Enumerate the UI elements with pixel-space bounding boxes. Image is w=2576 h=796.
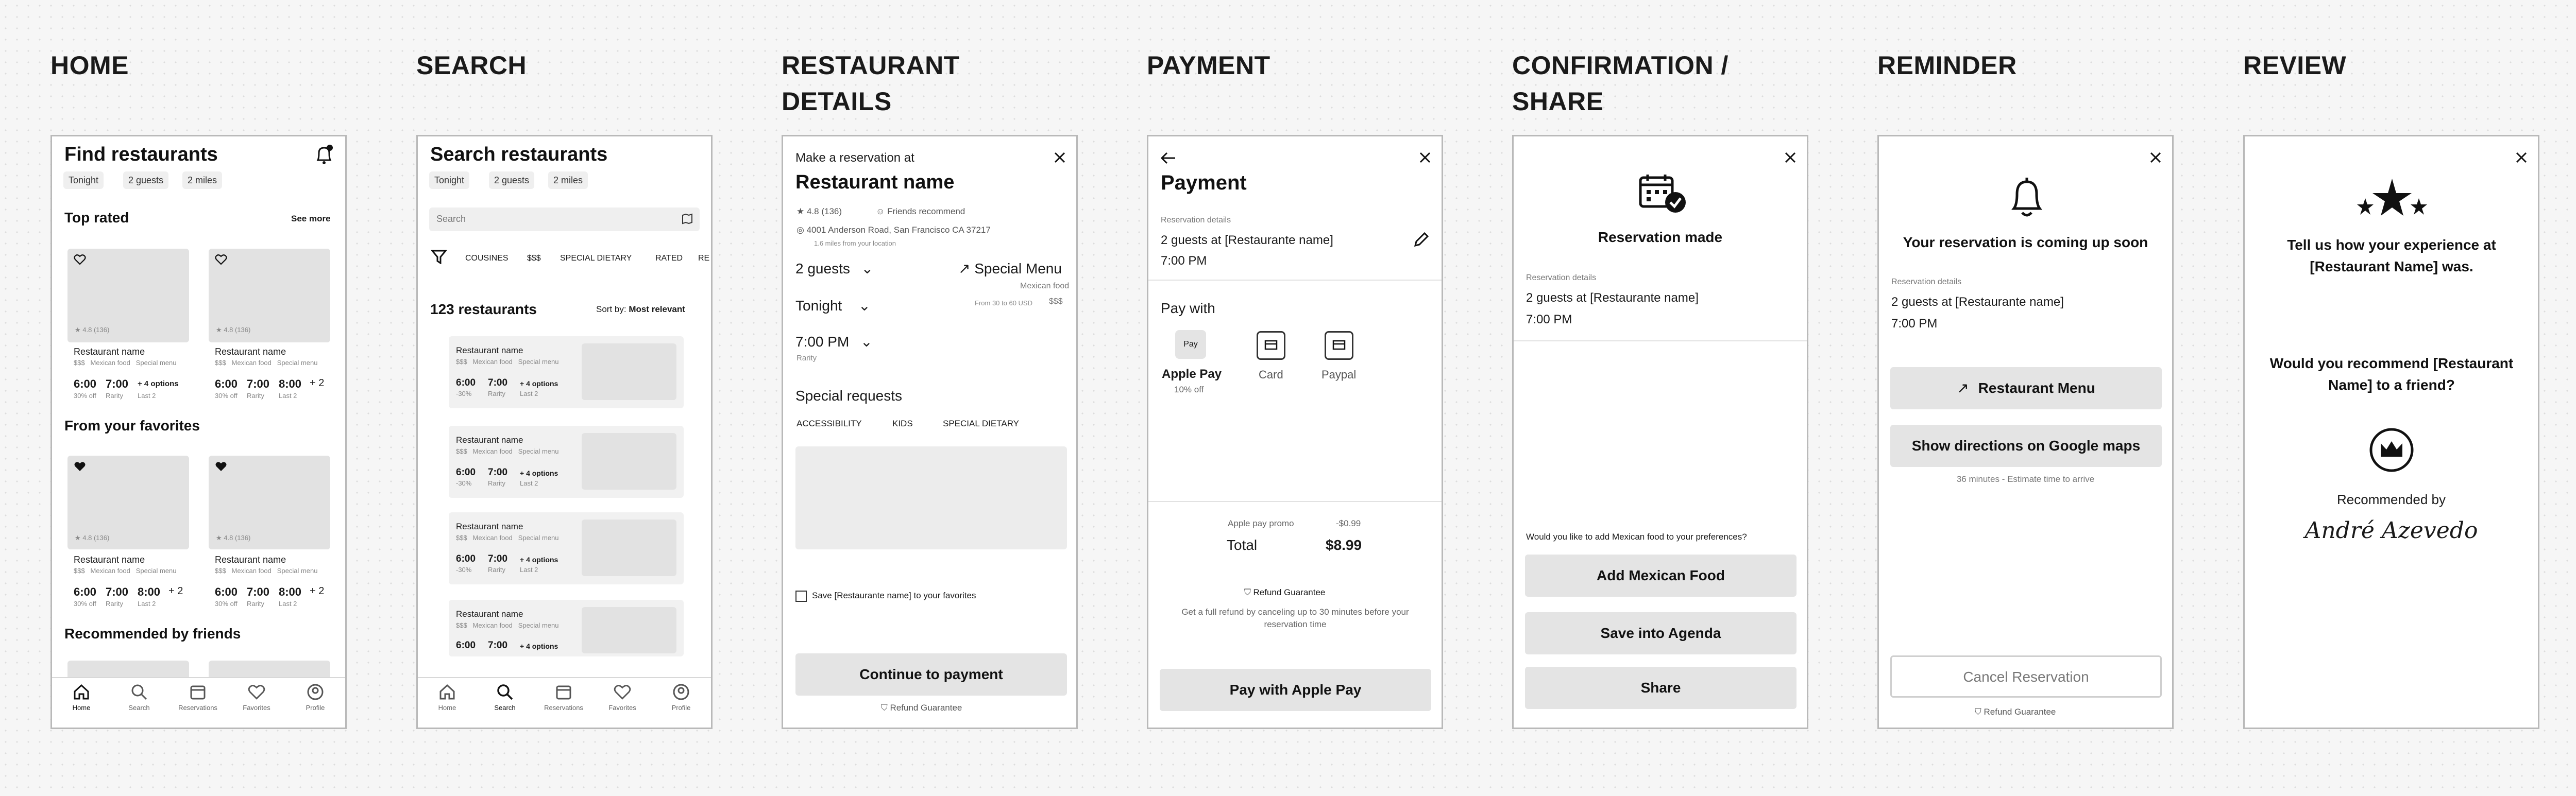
nav-search[interactable]: Search — [482, 683, 528, 712]
nav-reservations[interactable]: Reservations — [540, 683, 587, 712]
result-count: 123 restaurants — [430, 301, 537, 317]
reminder-heading: Your reservation is coming up soon — [1903, 234, 2148, 250]
crown-icon[interactable] — [2368, 427, 2415, 476]
nav-home[interactable]: Home — [58, 683, 105, 712]
review-question: Tell us how your experience at [Restaura… — [2287, 237, 2496, 274]
nav-profile[interactable]: Profile — [658, 683, 704, 712]
section-top-rated: Top rated — [64, 210, 129, 226]
nav-search[interactable]: Search — [116, 683, 162, 712]
confirmation-title: CONFIRMATION / SHARE — [1512, 51, 1728, 116]
heart-icon[interactable] — [74, 254, 86, 268]
share-button[interactable]: Share — [1525, 667, 1797, 709]
close-icon[interactable] — [2149, 151, 2162, 167]
page-title: Find restaurants — [64, 144, 218, 165]
filter-dietary[interactable]: SPECIAL DIETARY — [560, 254, 632, 263]
bottom-nav: Home Search Reservations Favorites Profi… — [418, 677, 711, 728]
section-favorites: From your favorites — [64, 418, 200, 434]
filter-cuisines[interactable]: COUSINES — [465, 254, 509, 263]
card-name: Restaurant name — [74, 347, 145, 357]
time-select[interactable]: 7:00 PM ⌄ — [795, 333, 873, 350]
chip-miles[interactable]: 2 miles — [182, 171, 223, 189]
sort-control[interactable]: Sort by: Most relevant — [596, 304, 685, 315]
nav-profile[interactable]: Profile — [292, 683, 338, 712]
save-favorites-checkbox[interactable] — [795, 591, 807, 602]
restaurant-name: Restaurant name — [795, 171, 955, 193]
chip-tonight[interactable]: Tonight — [63, 171, 104, 189]
apple-pay-option[interactable]: Pay — [1175, 330, 1206, 359]
save-favorites-label: Save [Restaurante name] to your favorite… — [812, 591, 976, 600]
nav-favorites[interactable]: Favorites — [233, 683, 280, 712]
close-icon[interactable] — [1418, 151, 1432, 167]
pay-apple-pay-button[interactable]: Pay with Apple Pay — [1160, 669, 1431, 711]
directions-button[interactable]: Show directions on Google maps — [1890, 425, 2162, 467]
reminder-screen: Your reservation is coming up soon Reser… — [1877, 135, 2174, 729]
filter-rated[interactable]: RATED — [655, 254, 683, 263]
refund-guarantee: ⛉ Refund Guarantee — [881, 703, 962, 713]
refund-guarantee: ⛉ Refund Guarantee — [1975, 707, 2056, 717]
special-menu-link[interactable]: ↗ Special Menu — [958, 260, 1062, 277]
page-title: Payment — [1161, 171, 1247, 194]
add-mexican-food-button[interactable]: Add Mexican Food — [1525, 555, 1797, 597]
page-title: Search restaurants — [430, 144, 608, 165]
nav-home[interactable]: Home — [424, 683, 470, 712]
search-title: SEARCH — [416, 51, 527, 80]
save-agenda-button[interactable]: Save into Agenda — [1525, 612, 1797, 654]
home-screen: Find restaurants Tonight 2 guests 2 mile… — [50, 135, 347, 729]
payment-screen: Payment Reservation details 2 guests at … — [1147, 135, 1443, 729]
back-arrow-icon[interactable] — [1160, 151, 1176, 168]
review-screen: Tell us how your experience at [Restaura… — [2243, 135, 2539, 729]
filter-icon[interactable] — [430, 250, 448, 267]
tag-dietary[interactable]: SPECIAL DIETARY — [943, 419, 1019, 429]
paypal-option[interactable] — [1325, 331, 1353, 360]
recommend-question: Would you recommend [Restaurant Name] to… — [2269, 355, 2514, 393]
home-title: HOME — [50, 51, 129, 80]
chip-guests[interactable]: 2 guests — [123, 171, 169, 189]
filter-more[interactable]: RE — [698, 254, 709, 263]
edit-pencil-icon[interactable] — [1413, 231, 1430, 250]
heart-filled-icon[interactable] — [215, 461, 227, 475]
rating-text: ★ 4.8 (136) — [796, 206, 842, 216]
signature: André Azevedo — [2304, 517, 2478, 544]
search-input[interactable]: Search — [429, 207, 700, 231]
requests-textarea[interactable] — [795, 446, 1067, 549]
confirmation-screen: Reservation made Reservation details 2 g… — [1512, 135, 1808, 729]
tag-accessibility[interactable]: ACCESSIBILITY — [796, 419, 862, 429]
payment-title: PAYMENT — [1147, 51, 1270, 80]
special-requests-label: Special requests — [795, 388, 903, 404]
filter-price[interactable]: $$$ — [527, 254, 541, 263]
bell-icon[interactable] — [314, 144, 334, 169]
guests-select[interactable]: 2 guests ⌄ — [795, 260, 873, 277]
stars-icon — [2356, 178, 2428, 221]
cancel-reservation-button[interactable]: Cancel Reservation — [1890, 655, 2162, 698]
review-title: REVIEW — [2243, 51, 2347, 80]
close-icon[interactable] — [2515, 151, 2528, 167]
heart-filled-icon[interactable] — [74, 461, 86, 475]
search-screen: Search restaurants Tonight 2 guests 2 mi… — [416, 135, 713, 729]
calendar-check-icon — [1637, 172, 1689, 218]
friends-recommend: ☺ Friends recommend — [876, 206, 965, 216]
continue-button[interactable]: Continue to payment — [795, 653, 1067, 696]
bottom-nav: Home Search Reservations Favorites Profi… — [52, 677, 345, 728]
close-icon[interactable] — [1784, 151, 1797, 167]
nav-favorites[interactable]: Favorites — [599, 683, 646, 712]
close-icon[interactable] — [1053, 151, 1066, 167]
heart-icon[interactable] — [215, 254, 227, 268]
see-more-link[interactable]: See more — [291, 214, 331, 224]
reminder-title: REMINDER — [1877, 51, 2017, 80]
tag-kids[interactable]: KIDS — [892, 419, 913, 429]
confirmation-heading: Reservation made — [1598, 229, 1723, 245]
section-friends: Recommended by friends — [64, 626, 241, 642]
card-option[interactable] — [1257, 331, 1285, 360]
day-select[interactable]: Tonight ⌄ — [795, 297, 871, 314]
map-icon[interactable] — [682, 213, 693, 227]
restaurant-menu-button[interactable]: ↗ Restaurant Menu — [1890, 367, 2162, 409]
details-screen: Make a reservation at Restaurant name ★ … — [782, 135, 1078, 729]
details-title: RESTAURANT DETAILS — [782, 51, 960, 116]
rating-text: ★ 4.8 (136) — [75, 326, 110, 334]
nav-reservations[interactable]: Reservations — [175, 683, 221, 712]
address-text[interactable]: ◎ 4001 Anderson Road, San Francisco CA 3… — [796, 225, 991, 235]
bell-icon — [2009, 176, 2045, 222]
refund-guarantee: ⛉ Refund Guarantee — [1244, 587, 1326, 597]
